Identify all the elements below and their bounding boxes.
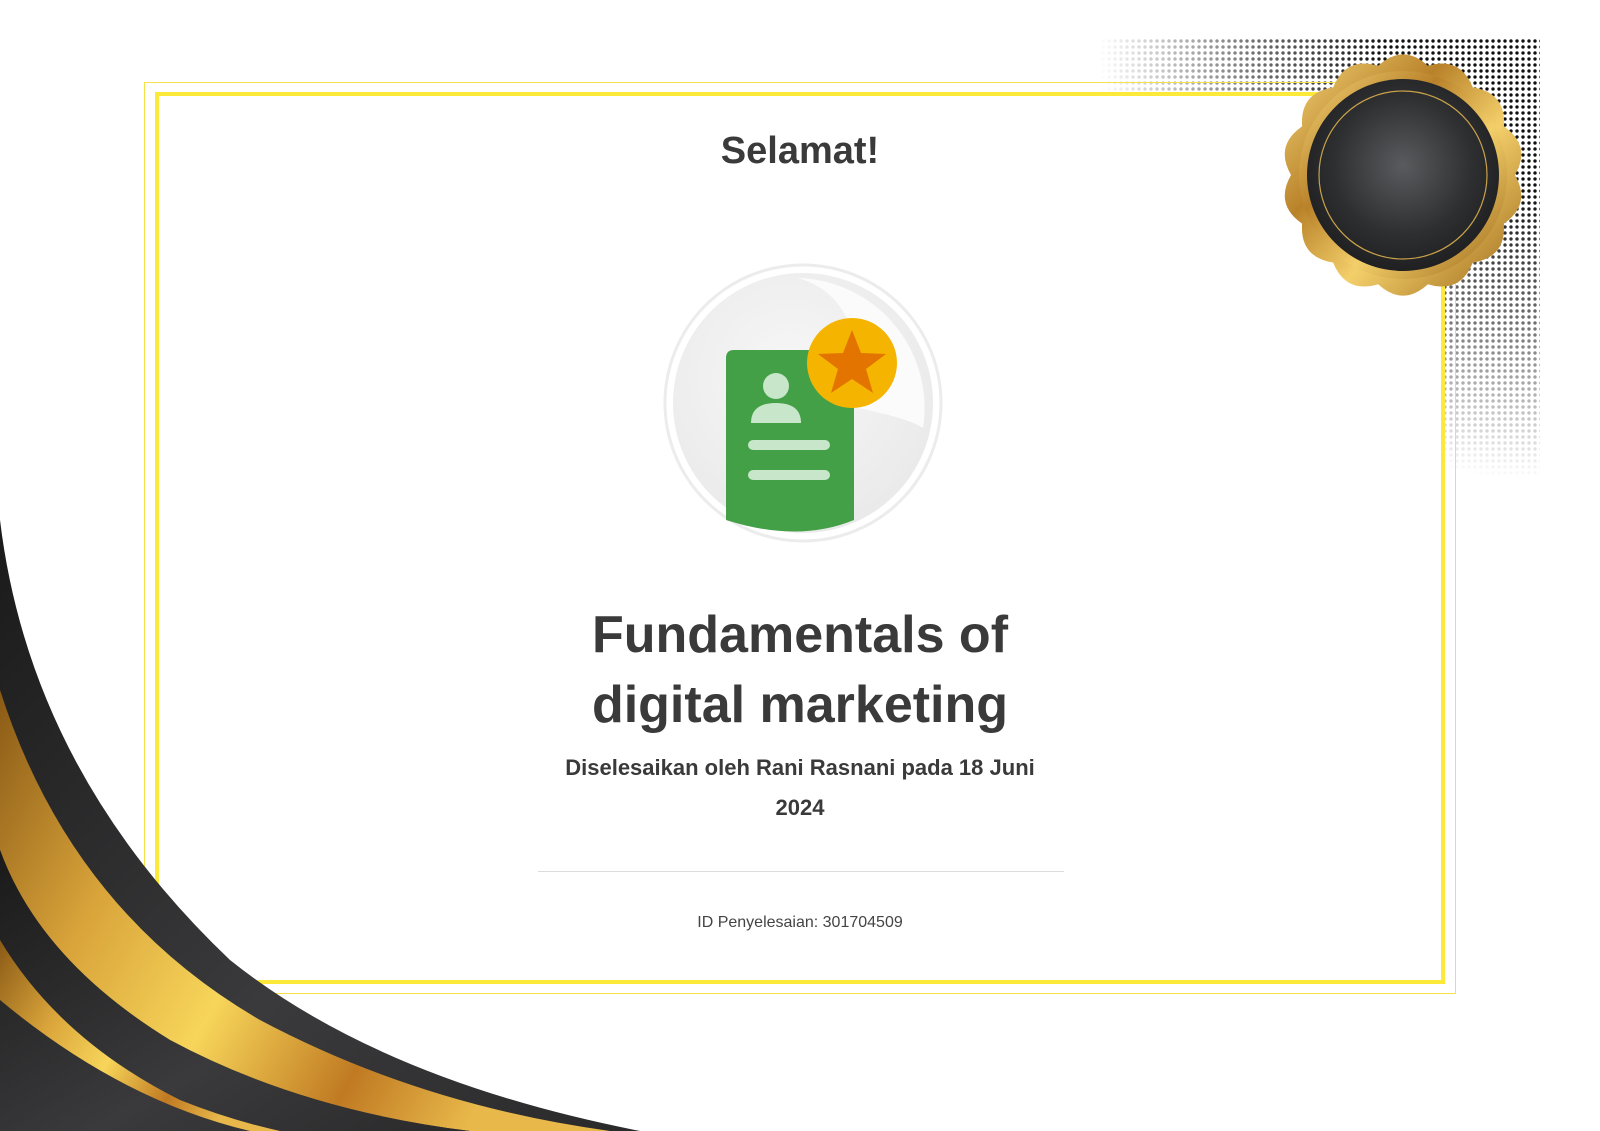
greeting-heading: Selamat! (720, 130, 880, 172)
decorative-swoosh (0, 520, 640, 1131)
gold-seal-icon (1268, 40, 1538, 310)
certificate-document-star-icon (658, 258, 948, 548)
certificate-page: Selamat! Fundamentals of digital marketi… (0, 0, 1600, 1131)
